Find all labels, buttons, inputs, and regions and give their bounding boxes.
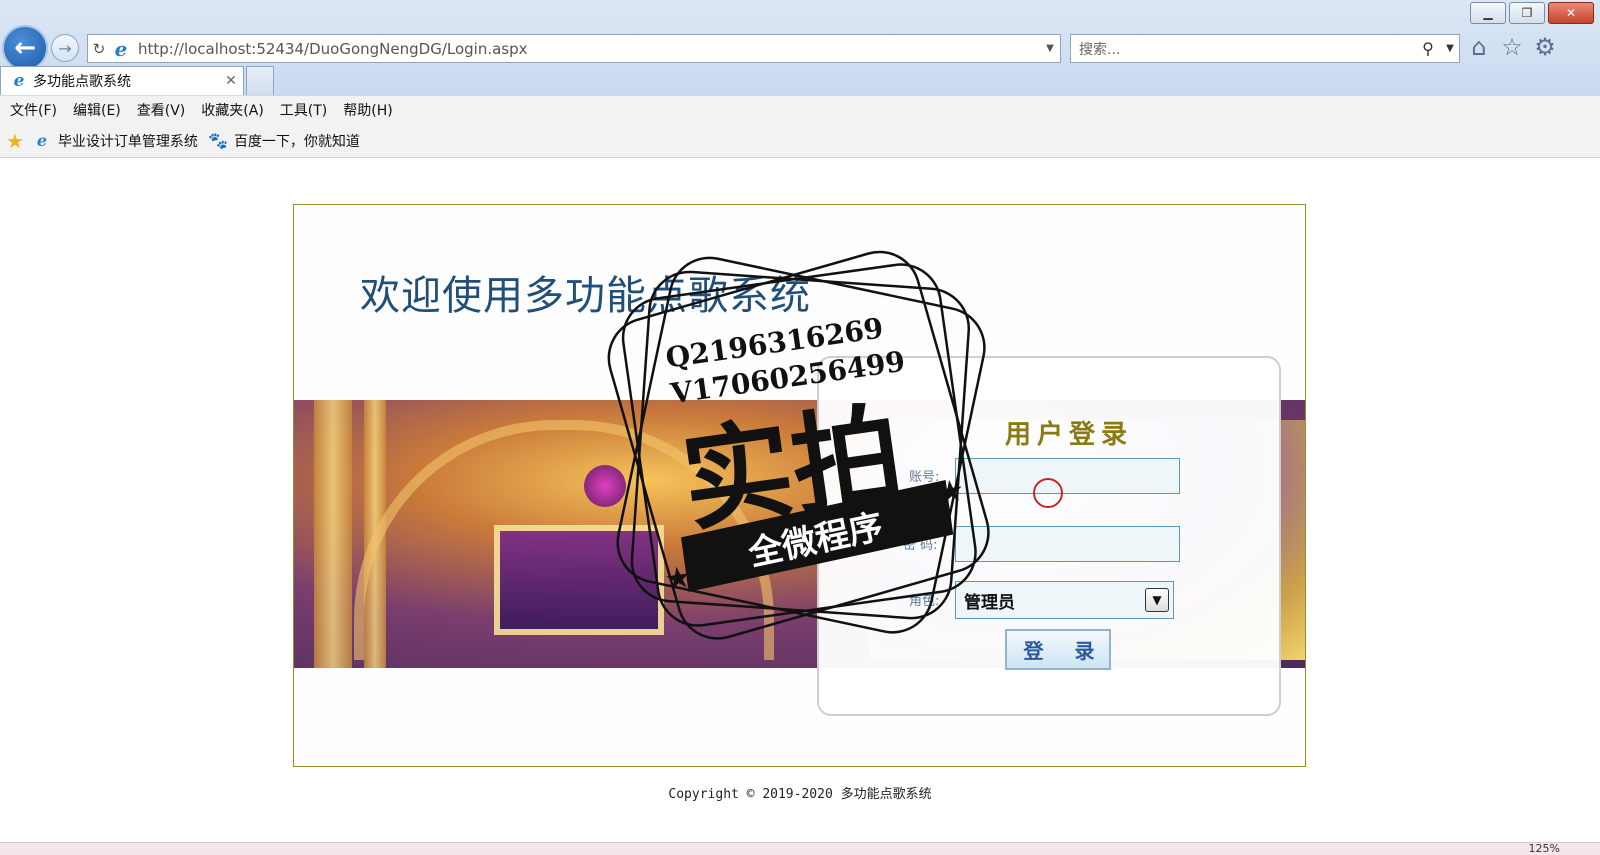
page-title: 欢迎使用多功能点歌系统	[360, 273, 811, 319]
copyright-text: Copyright © 2019-2020 多功能点歌系统	[668, 787, 932, 802]
home-icon[interactable]: ⌂	[1466, 33, 1492, 61]
banner-pillar	[314, 400, 352, 668]
login-title: 用户登录	[1005, 420, 1134, 450]
zoom-level[interactable]: 125%	[1529, 842, 1560, 855]
login-button[interactable]: 登 录	[1005, 629, 1111, 670]
password-input[interactable]	[955, 526, 1180, 562]
close-window-button[interactable]: ✕	[1548, 2, 1594, 24]
banner-screen	[494, 525, 664, 635]
search-input[interactable]: 搜索...	[1071, 39, 1415, 59]
menu-view[interactable]: 查看(V)	[131, 100, 192, 120]
account-label: 账号:	[909, 470, 940, 485]
chevron-down-icon[interactable]: ▼	[1145, 588, 1169, 612]
search-icon[interactable]: ⚲	[1415, 39, 1441, 58]
add-favorite-star-icon[interactable]: ★	[6, 129, 24, 153]
menu-edit[interactable]: 编辑(E)	[67, 100, 127, 120]
back-button[interactable]: ←	[2, 25, 48, 71]
tab-title: 多功能点歌系统	[33, 74, 131, 90]
refresh-icon[interactable]: ↻	[88, 40, 110, 58]
arrow-left-icon: ←	[14, 33, 36, 63]
password-label: 密 码:	[903, 538, 938, 553]
banner-disco-ball	[584, 465, 626, 507]
arrow-right-icon: →	[58, 38, 72, 58]
browser-tools: ⌂ ☆ ⚙	[1466, 33, 1558, 61]
window-controls: ▁ ❐ ✕	[1470, 2, 1594, 24]
tab-active[interactable]: e 多功能点歌系统 ✕	[0, 66, 244, 95]
favorites-star-icon[interactable]: ☆	[1499, 33, 1525, 61]
ie-logo-icon: e	[114, 36, 128, 61]
menu-tools[interactable]: 工具(T)	[274, 100, 333, 120]
menu-help[interactable]: 帮助(H)	[337, 100, 398, 120]
favorite-link-order-system[interactable]: e 毕业设计订单管理系统	[32, 131, 198, 151]
search-box[interactable]: 搜索... ⚲ ▼	[1070, 34, 1460, 63]
login-frame: 欢迎使用多功能点歌系统 用户登录 账号: 密 码: 角色: 管理员 ▼ 登 录	[293, 204, 1306, 767]
status-bar: 125%	[0, 842, 1600, 855]
login-card: 用户登录 账号: 密 码: 角色: 管理员 ▼ 登 录	[817, 356, 1281, 716]
favorites-bar: ★ e 毕业设计订单管理系统 🐾 百度一下，你就知道	[0, 124, 1600, 158]
role-selected-value: 管理员	[964, 592, 1015, 613]
menu-bar: 文件(F) 编辑(E) 查看(V) 收藏夹(A) 工具(T) 帮助(H)	[0, 96, 1600, 124]
minimize-button[interactable]: ▁	[1470, 2, 1506, 24]
menu-file[interactable]: 文件(F)	[4, 100, 63, 120]
favorite-link-baidu[interactable]: 🐾 百度一下，你就知道	[208, 131, 360, 151]
mouse-cursor-indicator	[1033, 478, 1063, 508]
ie-page-icon: e	[36, 131, 48, 150]
address-input[interactable]: http://localhost:52434/DuoGongNengDG/Log…	[132, 40, 1040, 58]
baidu-paw-icon: 🐾	[207, 131, 228, 150]
close-tab-icon[interactable]: ✕	[219, 73, 243, 89]
favorite-label: 毕业设计订单管理系统	[57, 133, 198, 150]
page-content: 欢迎使用多功能点歌系统 用户登录 账号: 密 码: 角色: 管理员 ▼ 登 录 …	[0, 159, 1600, 842]
role-label: 角色:	[909, 594, 940, 609]
restore-button[interactable]: ❐	[1509, 2, 1545, 24]
menu-favorites[interactable]: 收藏夹(A)	[195, 100, 270, 120]
gear-icon[interactable]: ⚙	[1532, 33, 1558, 61]
ie-tab-icon: e	[13, 71, 25, 91]
favorite-label: 百度一下，你就知道	[233, 133, 360, 150]
chevron-down-icon[interactable]: ▼	[1040, 43, 1060, 54]
search-dropdown-icon[interactable]: ▼	[1441, 43, 1459, 54]
address-bar[interactable]: ↻ e http://localhost:52434/DuoGongNengDG…	[87, 34, 1061, 63]
new-tab-button[interactable]	[246, 66, 274, 95]
role-select[interactable]: 管理员 ▼	[955, 581, 1174, 619]
account-input[interactable]	[955, 458, 1180, 494]
forward-button[interactable]: →	[51, 34, 79, 62]
